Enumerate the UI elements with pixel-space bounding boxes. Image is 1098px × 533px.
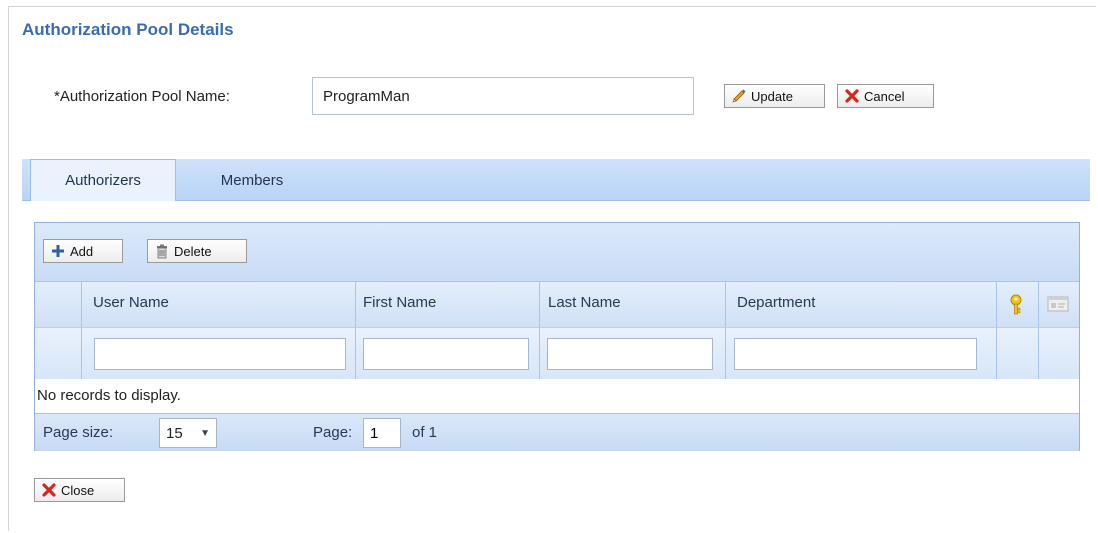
page-size-value: 15 bbox=[166, 424, 183, 442]
pool-name-label: *Authorization Pool Name: bbox=[54, 88, 230, 105]
filter-user-name-input[interactable] bbox=[94, 338, 346, 370]
trash-icon bbox=[154, 243, 170, 259]
column-separator bbox=[996, 328, 997, 379]
pool-name-input[interactable] bbox=[312, 77, 694, 115]
column-header-row: User Name First Name Last Name Departmen… bbox=[35, 281, 1079, 327]
delete-label: Delete bbox=[174, 243, 212, 259]
add-label: Add bbox=[70, 243, 94, 259]
column-separator bbox=[355, 282, 356, 327]
column-separator bbox=[355, 328, 356, 379]
card-icon bbox=[1047, 294, 1069, 314]
column-separator bbox=[81, 328, 82, 379]
update-button[interactable]: Update bbox=[724, 84, 825, 108]
close-label: Close bbox=[61, 482, 95, 498]
column-separator bbox=[996, 282, 997, 327]
tab-members[interactable]: Members bbox=[192, 159, 312, 201]
column-separator bbox=[1038, 328, 1039, 379]
column-separator bbox=[725, 328, 726, 379]
close-x-icon bbox=[41, 482, 57, 498]
page-size-dropdown[interactable]: 15 ▼ bbox=[159, 418, 217, 448]
page-size-label: Page size: bbox=[43, 424, 114, 441]
delete-button[interactable]: Delete bbox=[147, 239, 247, 263]
close-x-icon bbox=[844, 88, 860, 104]
plus-icon bbox=[50, 243, 66, 259]
tab-authorizers[interactable]: Authorizers bbox=[30, 159, 176, 201]
column-separator bbox=[539, 282, 540, 327]
column-separator bbox=[539, 328, 540, 379]
pager: Page size: 15 ▼ Page: of 1 bbox=[35, 413, 1079, 451]
update-label: Update bbox=[751, 88, 793, 104]
page-of-label: of 1 bbox=[412, 424, 438, 441]
key-icon bbox=[1006, 294, 1026, 315]
column-separator bbox=[725, 282, 726, 327]
header-user-name[interactable]: User Name bbox=[93, 294, 169, 311]
page-label: Page: bbox=[313, 424, 353, 441]
filter-first-name-input[interactable] bbox=[363, 338, 529, 370]
close-button[interactable]: Close bbox=[34, 478, 125, 502]
page-number-input[interactable] bbox=[363, 418, 401, 448]
column-separator bbox=[81, 282, 82, 327]
tab-strip: Authorizers Members bbox=[22, 159, 1090, 201]
cancel-button[interactable]: Cancel bbox=[837, 84, 934, 108]
authorizers-grid: Add Delete User Name First Name Last Nam… bbox=[34, 222, 1080, 451]
header-first-name[interactable]: First Name bbox=[363, 294, 436, 311]
column-separator bbox=[1038, 282, 1039, 327]
filter-row bbox=[35, 327, 1079, 379]
filter-last-name-input[interactable] bbox=[547, 338, 713, 370]
pencil-icon bbox=[731, 88, 747, 104]
grid-toolbar: Add Delete bbox=[35, 223, 1079, 281]
add-button[interactable]: Add bbox=[43, 239, 123, 263]
cancel-label: Cancel bbox=[864, 88, 905, 104]
header-department[interactable]: Department bbox=[737, 294, 815, 311]
filter-department-input[interactable] bbox=[734, 338, 977, 370]
empty-message: No records to display. bbox=[37, 387, 181, 404]
header-last-name[interactable]: Last Name bbox=[548, 294, 621, 311]
chevron-down-icon: ▼ bbox=[200, 428, 210, 439]
page-title: Authorization Pool Details bbox=[22, 20, 234, 39]
